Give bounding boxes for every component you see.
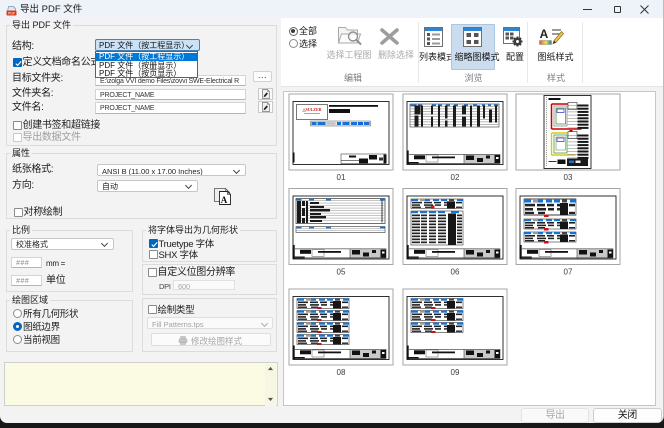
svg-text:03: 03	[563, 173, 572, 182]
svg-text:△SULZER: △SULZER	[301, 107, 321, 112]
svg-text:06: 06	[450, 267, 459, 276]
svg-text:A: A	[540, 27, 549, 41]
svg-text:02: 02	[450, 173, 459, 182]
svg-text:09: 09	[450, 368, 459, 377]
svg-text:PDF: PDF	[8, 11, 16, 15]
svg-text:A: A	[221, 195, 228, 205]
svg-text:08: 08	[336, 368, 345, 377]
svg-text:05: 05	[336, 267, 345, 276]
svg-text:01: 01	[336, 173, 345, 182]
svg-text:07: 07	[563, 267, 572, 276]
